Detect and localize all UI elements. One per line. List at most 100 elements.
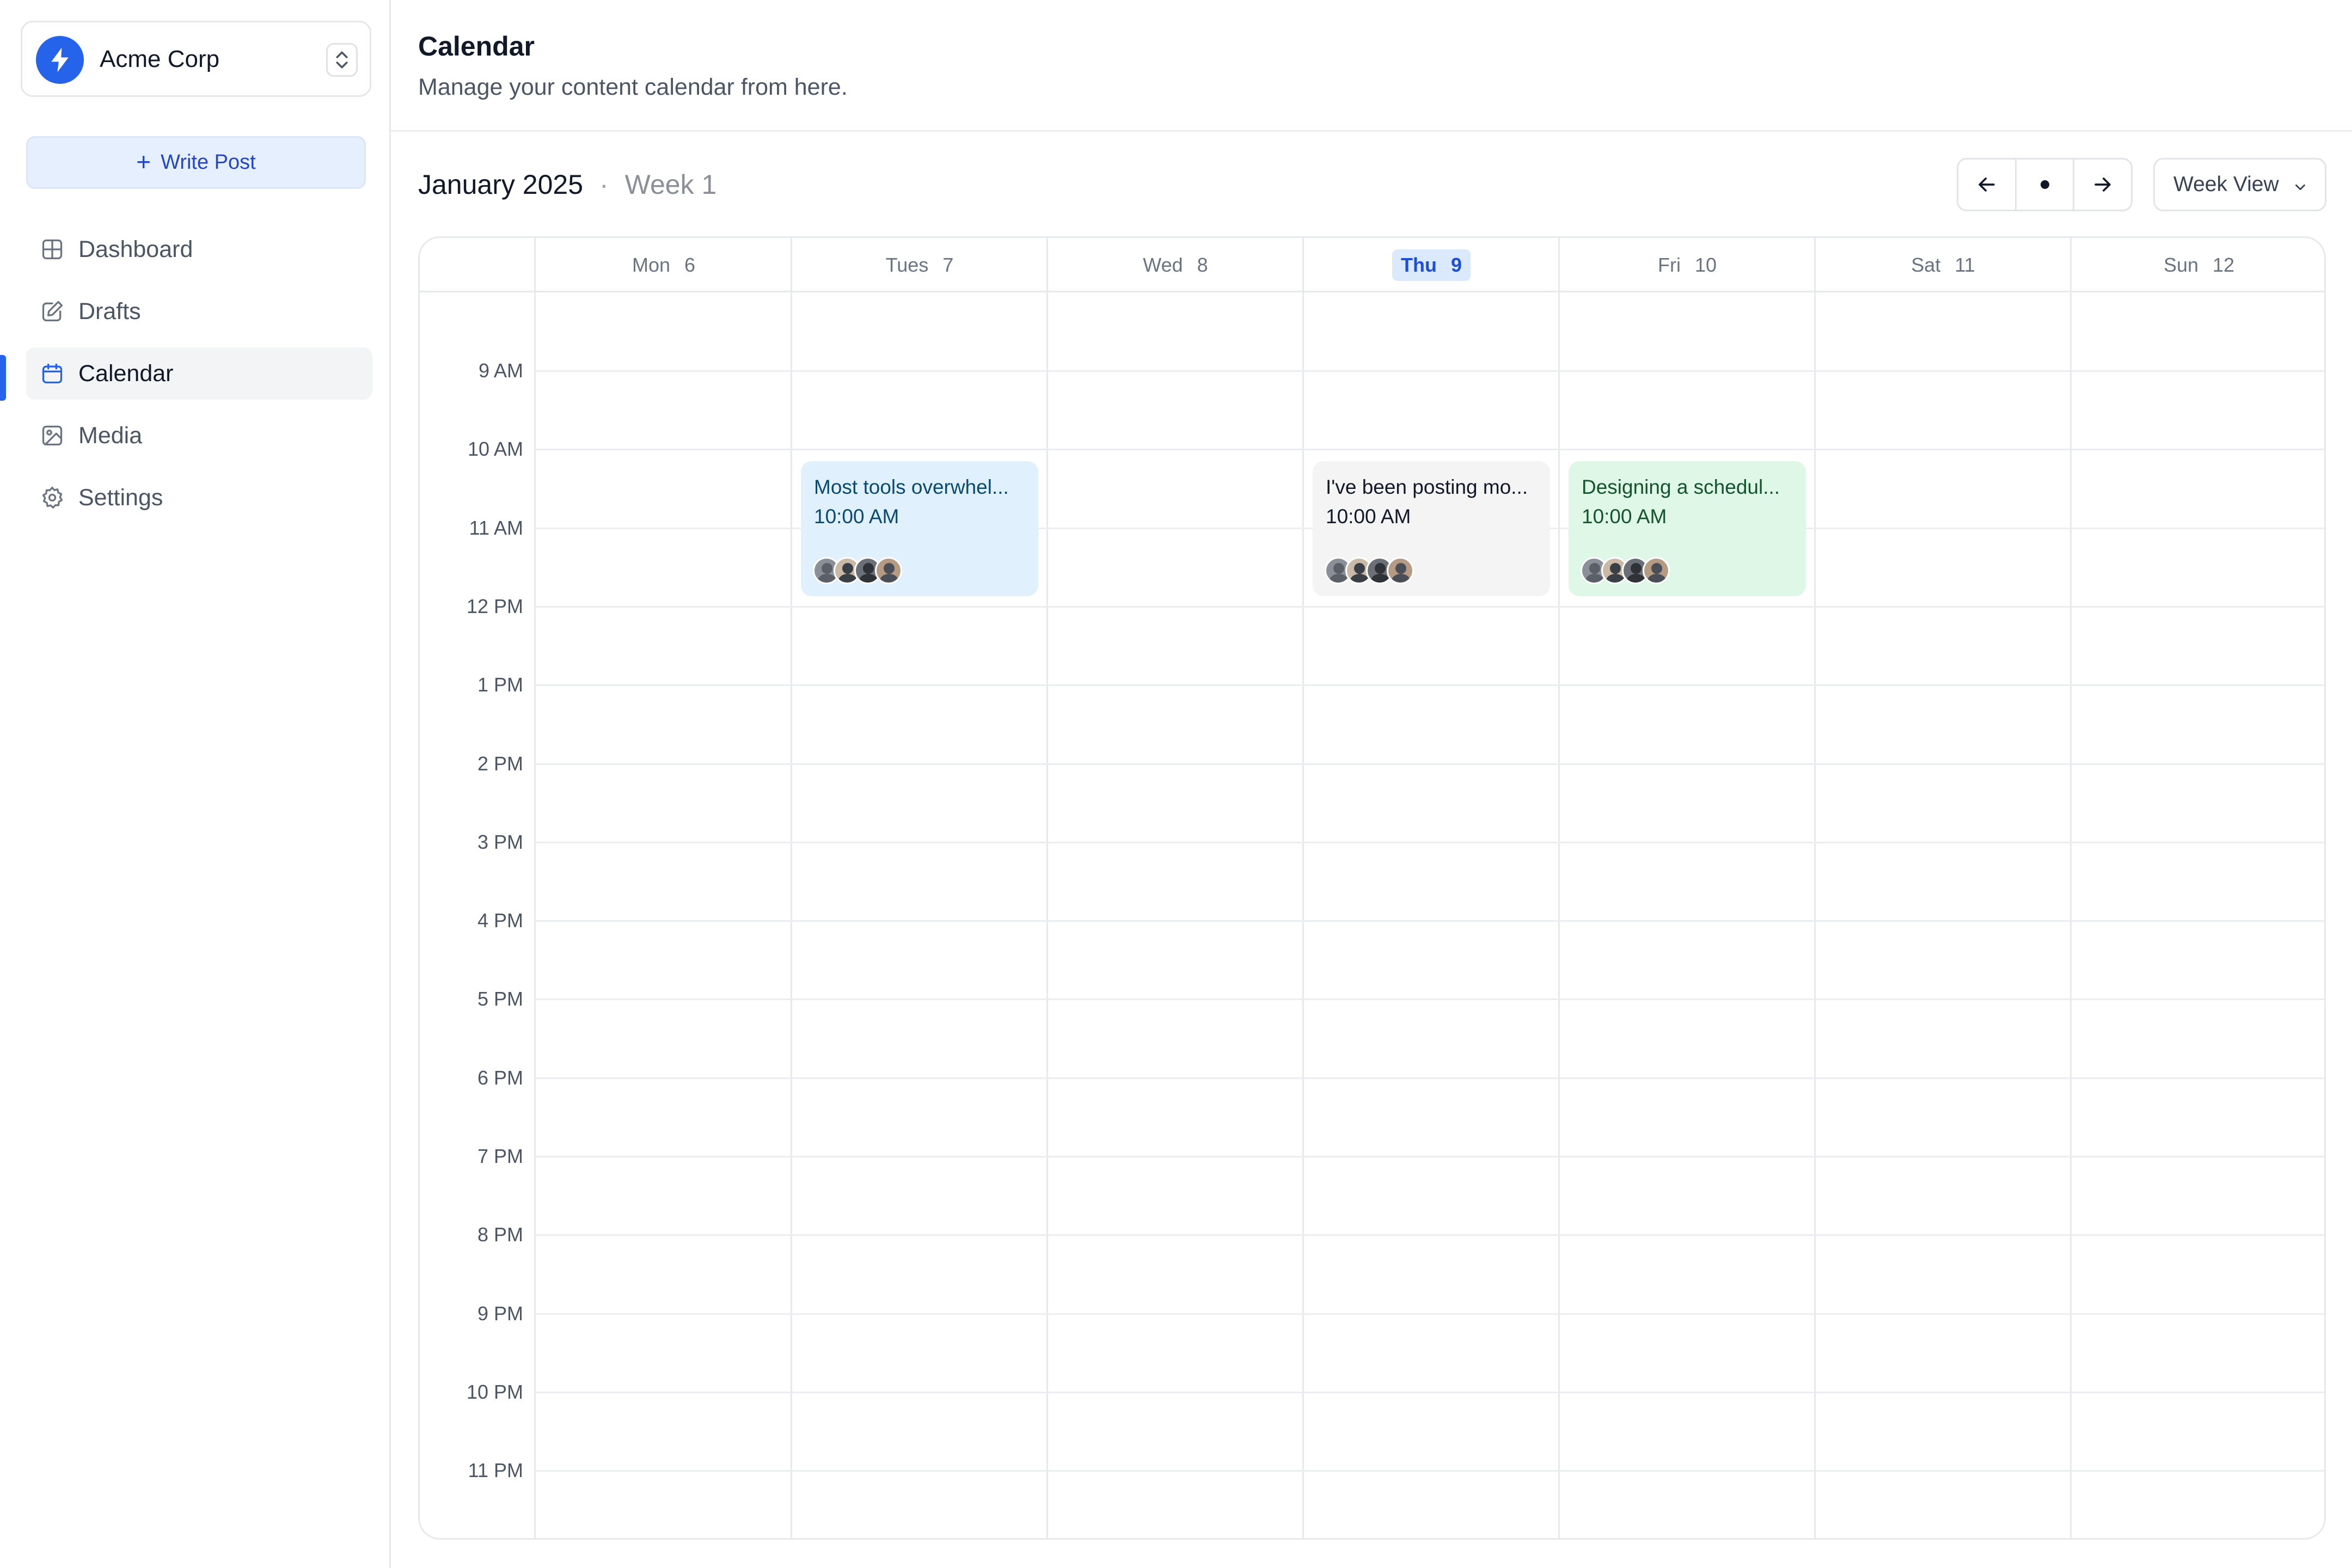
- hour-line: [536, 1313, 2324, 1315]
- arrow-left-icon: [1979, 177, 1995, 192]
- hour-line: [536, 763, 2324, 765]
- chevron-up-down-icon[interactable]: [326, 43, 358, 77]
- hour-label: 10 AM: [467, 438, 523, 460]
- hour-label: 9 AM: [478, 359, 523, 382]
- today-button[interactable]: [2014, 160, 2073, 210]
- hour-line: [536, 606, 2324, 608]
- sidebar-item-label: Settings: [78, 484, 163, 511]
- day-header-label: Mon 6: [632, 254, 695, 277]
- day-header-thu[interactable]: Thu 9: [1303, 238, 1559, 292]
- sidebar-item-label: Dashboard: [78, 236, 193, 262]
- hour-line: [536, 1234, 2324, 1236]
- hour-label: 1 PM: [477, 673, 523, 696]
- day-header-label: Tues 7: [886, 254, 954, 277]
- hour-label: 9 PM: [477, 1302, 523, 1325]
- day-header-label: Wed 8: [1143, 254, 1208, 277]
- calendar-event[interactable]: I've been posting mo... 10:00 AM: [1313, 461, 1550, 596]
- column-divider: [1558, 238, 1560, 1538]
- gear-icon: [39, 485, 65, 511]
- arrow-right-icon: [2094, 177, 2111, 192]
- calendar-period-title: January 2025 · Week 1: [418, 169, 716, 200]
- calendar-event[interactable]: Designing a schedul... 10:00 AM: [1569, 461, 1806, 596]
- avatar: [1387, 557, 1414, 584]
- day-number: 6: [684, 254, 696, 276]
- sidebar-item-calendar[interactable]: Calendar: [26, 347, 372, 400]
- column-divider: [2070, 238, 2072, 1538]
- sidebar-item-drafts[interactable]: Drafts: [26, 285, 372, 338]
- time-gutter: [420, 238, 536, 1538]
- dot-icon: [2040, 180, 2049, 189]
- write-post-button[interactable]: + Write Post: [26, 136, 366, 189]
- hour-label: 8 PM: [477, 1223, 523, 1246]
- hour-label: 11 PM: [468, 1459, 523, 1481]
- gutter-header: [420, 238, 536, 292]
- org-switcher[interactable]: Acme Corp: [21, 21, 371, 97]
- page-header: Calendar Manage your content calendar fr…: [391, 0, 2352, 132]
- hour-label: 6 PM: [477, 1067, 523, 1089]
- write-post-label: Write Post: [161, 151, 256, 174]
- week-navigation: [1957, 158, 2133, 211]
- image-icon: [39, 422, 65, 449]
- day-header-mon[interactable]: Mon 6: [536, 238, 792, 292]
- day-header-label: Fri 10: [1658, 254, 1717, 277]
- day-number: 8: [1197, 254, 1208, 276]
- day-number: 7: [942, 254, 954, 276]
- prev-week-button[interactable]: [1958, 160, 2015, 210]
- sidebar-item-media[interactable]: Media: [26, 409, 372, 462]
- day-number: 10: [1694, 254, 1717, 276]
- grid-icon: [39, 236, 65, 262]
- hour-label: 7 PM: [477, 1145, 523, 1167]
- day-number: 9: [1450, 254, 1462, 276]
- day-name: Tues: [885, 254, 929, 276]
- page-title: Calendar: [418, 31, 535, 62]
- period-separator: ·: [599, 169, 609, 200]
- hour-line: [536, 920, 2324, 922]
- sidebar-item-label: Media: [78, 422, 143, 449]
- day-header-label: Thu 9: [1392, 249, 1471, 281]
- sidebar-item-settings[interactable]: Settings: [26, 471, 372, 524]
- hour-line: [536, 1470, 2324, 1472]
- day-name: Sun: [2163, 254, 2198, 276]
- event-time: 10:00 AM: [1326, 505, 1411, 528]
- hour-label: 3 PM: [477, 831, 523, 853]
- hour-line: [536, 842, 2324, 843]
- avatar: [875, 557, 902, 584]
- view-select[interactable]: Week View: [2153, 158, 2326, 211]
- day-name: Fri: [1657, 254, 1681, 276]
- day-header-fri[interactable]: Fri 10: [1559, 238, 1815, 292]
- sidebar-item-label: Calendar: [78, 360, 174, 387]
- sidebar-item-dashboard[interactable]: Dashboard: [26, 223, 372, 275]
- event-time: 10:00 AM: [814, 505, 899, 528]
- hour-label: 10 PM: [466, 1381, 523, 1403]
- calendar-icon: [39, 360, 65, 387]
- view-select-value: Week View: [2173, 173, 2279, 196]
- hour-line: [536, 999, 2324, 1000]
- column-divider: [1046, 238, 1048, 1538]
- next-week-button[interactable]: [2073, 160, 2131, 210]
- bolt-icon: [36, 36, 84, 84]
- event-avatars: [813, 557, 902, 584]
- day-header-sat[interactable]: Sat 11: [1815, 238, 2071, 292]
- column-divider: [791, 238, 792, 1538]
- event-title: I've been posting mo...: [1326, 476, 1528, 498]
- calendar-event[interactable]: Most tools overwhel... 10:00 AM: [801, 461, 1038, 596]
- hour-line: [536, 1077, 2324, 1079]
- week-label: Week 1: [624, 169, 717, 200]
- hour-line: [536, 684, 2324, 686]
- org-name: Acme Corp: [100, 46, 220, 72]
- plus-icon: +: [136, 147, 151, 176]
- hour-label: 4 PM: [477, 909, 523, 932]
- day-header-tues[interactable]: Tues 7: [792, 238, 1048, 292]
- hour-label: 5 PM: [477, 988, 523, 1010]
- day-header-sun[interactable]: Sun 12: [2071, 238, 2324, 292]
- hour-label: 11 AM: [469, 517, 523, 539]
- day-name: Wed: [1143, 254, 1183, 276]
- sidebar: Acme Corp + Write Post Dashboard Drafts …: [0, 0, 391, 1568]
- sidebar-nav: Dashboard Drafts Calendar Media Settings: [26, 223, 372, 534]
- event-title: Most tools overwhel...: [814, 476, 1009, 498]
- hour-line: [536, 1156, 2324, 1157]
- day-number: 12: [2213, 254, 2235, 276]
- active-indicator: [0, 355, 6, 401]
- day-header-label: Sat 11: [1911, 254, 1975, 277]
- day-header-wed[interactable]: Wed 8: [1048, 238, 1303, 292]
